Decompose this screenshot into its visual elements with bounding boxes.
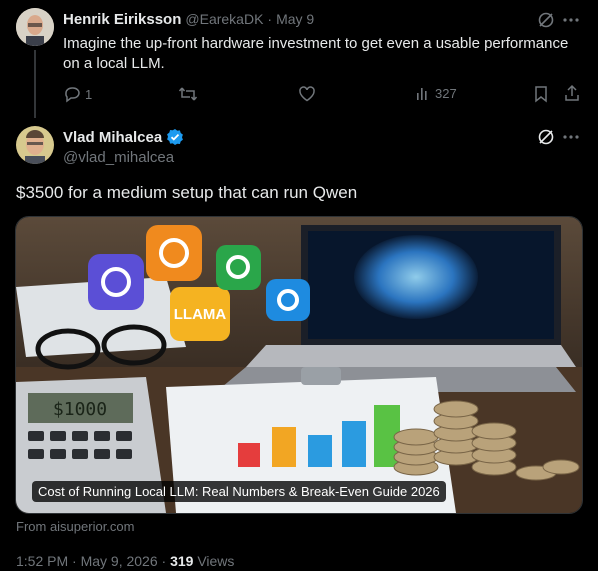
views-number: 319 <box>170 553 194 569</box>
main-header: Vlad Mihalcea <box>63 128 184 146</box>
reply-author-name[interactable]: Henrik Eiriksson <box>63 11 181 28</box>
reply-button[interactable]: 1 <box>63 85 92 103</box>
reply-text-line2: on a local LLM. <box>63 55 165 72</box>
calculator-display: $1000 <box>53 399 107 420</box>
reply-icon <box>65 87 80 103</box>
repost-button[interactable] <box>178 85 198 103</box>
more-icon-reply[interactable] <box>563 11 579 29</box>
avatar-vlad[interactable] <box>16 126 54 164</box>
reply-text-line1: Imagine the up-front hardware investment… <box>63 35 569 52</box>
avatar-vlad-image <box>16 126 54 164</box>
grok-icon-main[interactable] <box>537 128 555 146</box>
timestamp[interactable]: 1:52 PM · May 9, 2026 · <box>16 553 170 569</box>
share-icon[interactable] <box>563 84 581 102</box>
views-label: Views <box>193 553 235 569</box>
views-icon <box>417 88 427 100</box>
tweet-meta: 1:52 PM · May 9, 2026 · 319 Views <box>16 553 234 569</box>
views-button[interactable]: 327 <box>415 85 457 101</box>
reply-handle[interactable]: @EarekaDK <box>185 11 263 27</box>
heart-icon <box>299 86 315 102</box>
verified-badge-icon <box>167 129 184 145</box>
avatar-henrik-image <box>16 8 54 46</box>
avatar-henrik[interactable] <box>16 8 54 46</box>
main-handle[interactable]: @vlad_mihalcea <box>63 149 174 166</box>
card-caption: Cost of Running Local LLM: Real Numbers … <box>32 481 446 502</box>
reply-header: Henrik Eiriksson @EarekaDK · May 9 <box>63 11 314 28</box>
reply-separator: · <box>267 11 273 27</box>
card-source[interactable]: From aisuperior.com <box>16 519 134 534</box>
bookmark-icon[interactable] <box>533 85 549 103</box>
like-button[interactable] <box>298 85 316 103</box>
reply-date[interactable]: May 9 <box>276 11 314 27</box>
main-text: $3500 for a medium setup that can run Qw… <box>16 183 358 202</box>
reply-text: Imagine the up-front hardware investment… <box>63 34 583 74</box>
grok-icon-reply[interactable] <box>537 11 555 29</box>
card-llama-label: LLAMA <box>174 306 227 323</box>
thread-line <box>34 50 36 118</box>
link-card[interactable]: LLAMA $1000 Cost of Running Local LLM: R… <box>15 216 583 514</box>
reply-count: 1 <box>85 86 93 102</box>
repost-icon <box>178 87 198 101</box>
reply-views-count: 327 <box>435 85 457 101</box>
main-author-name[interactable]: Vlad Mihalcea <box>63 129 162 146</box>
card-image: LLAMA $1000 <box>16 217 582 513</box>
more-icon-main[interactable] <box>563 128 579 146</box>
